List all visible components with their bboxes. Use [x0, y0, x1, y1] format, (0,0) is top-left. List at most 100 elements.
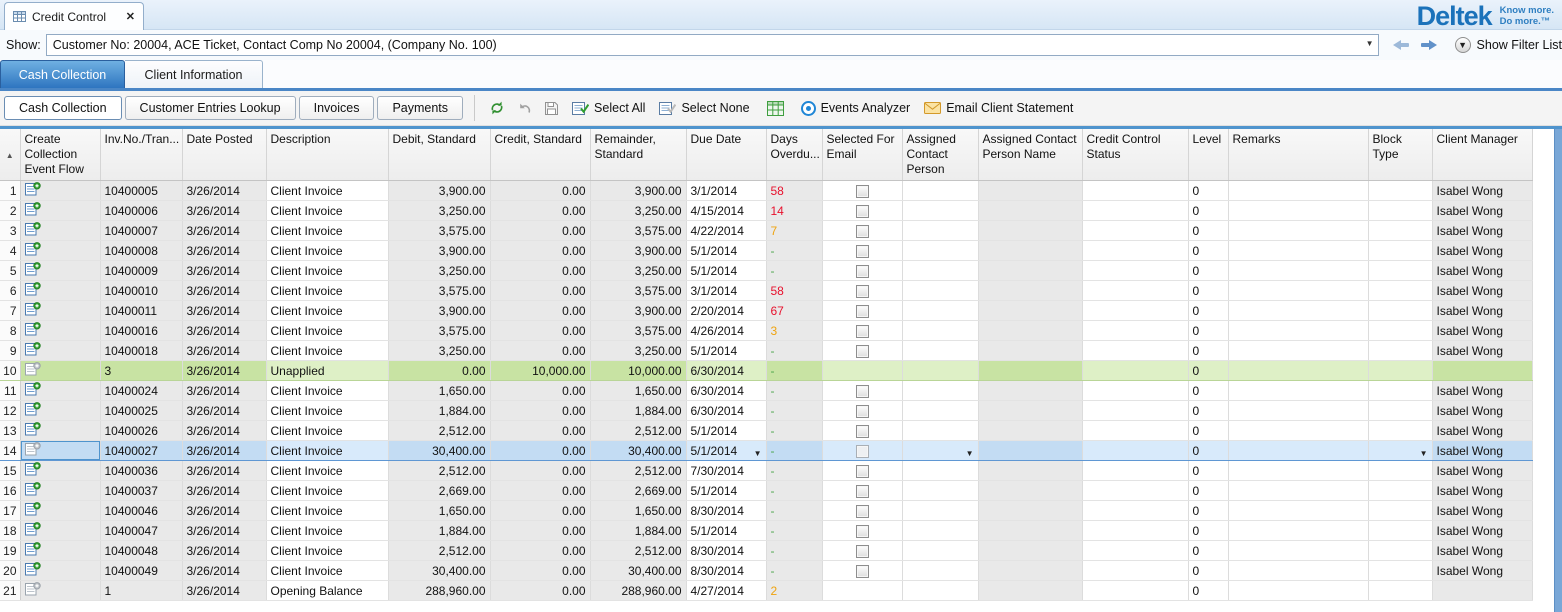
- table-row[interactable]: 8104000163/26/2014Client Invoice3,575.00…: [0, 321, 1532, 341]
- create-collection-event-icon[interactable]: [25, 442, 41, 456]
- cell-level[interactable]: 0: [1188, 181, 1228, 201]
- cell-remarks[interactable]: [1228, 201, 1368, 221]
- table-row[interactable]: 6104000103/26/2014Client Invoice3,575.00…: [0, 281, 1532, 301]
- cell-date-posted[interactable]: 3/26/2014: [182, 541, 266, 561]
- cell-invoice-number[interactable]: 10400027: [100, 441, 182, 461]
- cell-selected-for-email[interactable]: [822, 301, 902, 321]
- cell-selected-for-email[interactable]: [822, 521, 902, 541]
- save-icon[interactable]: [544, 101, 559, 116]
- cell-date-posted[interactable]: 3/26/2014: [182, 581, 266, 601]
- cell-client-manager[interactable]: Isabel Wong: [1432, 341, 1532, 361]
- cell-client-manager[interactable]: Isabel Wong: [1432, 181, 1532, 201]
- cell-days-overdue[interactable]: -: [766, 381, 822, 401]
- create-collection-event-icon[interactable]: [25, 342, 41, 356]
- cell-block-type[interactable]: [1368, 281, 1432, 301]
- events-analyzer-button[interactable]: Events Analyzer: [794, 96, 918, 120]
- cell-block-type[interactable]: [1368, 241, 1432, 261]
- table-row[interactable]: 13104000263/26/2014Client Invoice2,512.0…: [0, 421, 1532, 441]
- cell-block-type[interactable]: [1368, 401, 1432, 421]
- selected-for-email-checkbox[interactable]: [856, 525, 869, 538]
- column-header-overdue[interactable]: Days Overdu...: [766, 129, 822, 181]
- cell-selected-for-email[interactable]: [822, 201, 902, 221]
- cell-client-manager[interactable]: Isabel Wong: [1432, 441, 1532, 461]
- cell-days-overdue[interactable]: -: [766, 461, 822, 481]
- cell-days-overdue[interactable]: -: [766, 521, 822, 541]
- email-client-statement-button[interactable]: Email Client Statement: [917, 96, 1080, 120]
- create-collection-event-icon[interactable]: [25, 502, 41, 516]
- cell-credit-control-status[interactable]: [1082, 501, 1188, 521]
- cell-debit[interactable]: 3,900.00: [388, 241, 490, 261]
- cell-debit[interactable]: 2,512.00: [388, 421, 490, 441]
- cell-remainder[interactable]: 2,512.00: [590, 421, 686, 441]
- cell-remainder[interactable]: 3,900.00: [590, 181, 686, 201]
- cell-date-posted[interactable]: 3/26/2014: [182, 521, 266, 541]
- cell-create-collection-event[interactable]: [20, 221, 100, 241]
- column-header-manager[interactable]: Client Manager: [1432, 129, 1532, 181]
- table-row[interactable]: 12104000253/26/2014Client Invoice1,884.0…: [0, 401, 1532, 421]
- cell-level[interactable]: 0: [1188, 541, 1228, 561]
- cell-client-manager[interactable]: Isabel Wong: [1432, 561, 1532, 581]
- cell-days-overdue[interactable]: -: [766, 441, 822, 461]
- chevron-down-icon[interactable]: ▼: [966, 449, 974, 458]
- cell-due-date[interactable]: 4/22/2014: [686, 221, 766, 241]
- cell-date-posted[interactable]: 3/26/2014: [182, 481, 266, 501]
- cell-selected-for-email[interactable]: [822, 181, 902, 201]
- cell-selected-for-email[interactable]: [822, 281, 902, 301]
- cell-assigned-contact-person-name[interactable]: [978, 261, 1082, 281]
- cell-debit[interactable]: 3,575.00: [388, 221, 490, 241]
- show-filter-list-button[interactable]: ▼ Show Filter List: [1455, 37, 1562, 53]
- cell-invoice-number[interactable]: 10400008: [100, 241, 182, 261]
- cell-due-date[interactable]: 4/15/2014: [686, 201, 766, 221]
- cell-level[interactable]: 0: [1188, 501, 1228, 521]
- cell-debit[interactable]: 1,650.00: [388, 381, 490, 401]
- cell-invoice-number[interactable]: 10400048: [100, 541, 182, 561]
- cell-credit[interactable]: 0.00: [490, 521, 590, 541]
- cell-level[interactable]: 0: [1188, 441, 1228, 461]
- cell-block-type[interactable]: [1368, 421, 1432, 441]
- cell-assigned-contact-person[interactable]: [902, 401, 978, 421]
- table-row[interactable]: 18104000473/26/2014Client Invoice1,884.0…: [0, 521, 1532, 541]
- cell-remarks[interactable]: [1228, 441, 1368, 461]
- cell-date-posted[interactable]: 3/26/2014: [182, 221, 266, 241]
- cell-selected-for-email[interactable]: [822, 541, 902, 561]
- cell-remainder[interactable]: 30,400.00: [590, 441, 686, 461]
- cell-credit-control-status[interactable]: [1082, 561, 1188, 581]
- cell-assigned-contact-person-name[interactable]: [978, 321, 1082, 341]
- cell-debit[interactable]: 1,884.00: [388, 521, 490, 541]
- cell-invoice-number[interactable]: 10400024: [100, 381, 182, 401]
- row-number[interactable]: 21: [0, 581, 20, 601]
- cell-remainder[interactable]: 3,575.00: [590, 321, 686, 341]
- cell-assigned-contact-person[interactable]: [902, 201, 978, 221]
- row-number[interactable]: 10: [0, 361, 20, 381]
- cell-credit[interactable]: 0.00: [490, 541, 590, 561]
- cell-remarks[interactable]: [1228, 421, 1368, 441]
- cell-create-collection-event[interactable]: [20, 581, 100, 601]
- cell-level[interactable]: 0: [1188, 301, 1228, 321]
- cell-create-collection-event[interactable]: [20, 401, 100, 421]
- cell-due-date[interactable]: 4/26/2014: [686, 321, 766, 341]
- row-number[interactable]: 6: [0, 281, 20, 301]
- cell-credit-control-status[interactable]: [1082, 301, 1188, 321]
- row-number[interactable]: 5: [0, 261, 20, 281]
- cell-assigned-contact-person-name[interactable]: [978, 361, 1082, 381]
- row-number[interactable]: 1: [0, 181, 20, 201]
- cell-credit[interactable]: 0.00: [490, 241, 590, 261]
- column-header-email[interactable]: Selected For Email: [822, 129, 902, 181]
- cell-date-posted[interactable]: 3/26/2014: [182, 361, 266, 381]
- cell-remainder[interactable]: 3,250.00: [590, 201, 686, 221]
- cell-assigned-contact-person[interactable]: [902, 421, 978, 441]
- cell-credit[interactable]: 0.00: [490, 301, 590, 321]
- cell-description[interactable]: Client Invoice: [266, 201, 388, 221]
- cell-remarks[interactable]: [1228, 181, 1368, 201]
- cell-date-posted[interactable]: 3/26/2014: [182, 341, 266, 361]
- cell-create-collection-event[interactable]: [20, 501, 100, 521]
- chevron-down-icon[interactable]: ▼: [754, 449, 762, 458]
- create-collection-event-icon[interactable]: [25, 482, 41, 496]
- selected-for-email-checkbox[interactable]: [856, 465, 869, 478]
- table-row[interactable]: 2104000063/26/2014Client Invoice3,250.00…: [0, 201, 1532, 221]
- cell-create-collection-event[interactable]: [20, 321, 100, 341]
- cell-remainder[interactable]: 1,884.00: [590, 401, 686, 421]
- cell-remarks[interactable]: [1228, 381, 1368, 401]
- cell-level[interactable]: 0: [1188, 241, 1228, 261]
- row-number[interactable]: 20: [0, 561, 20, 581]
